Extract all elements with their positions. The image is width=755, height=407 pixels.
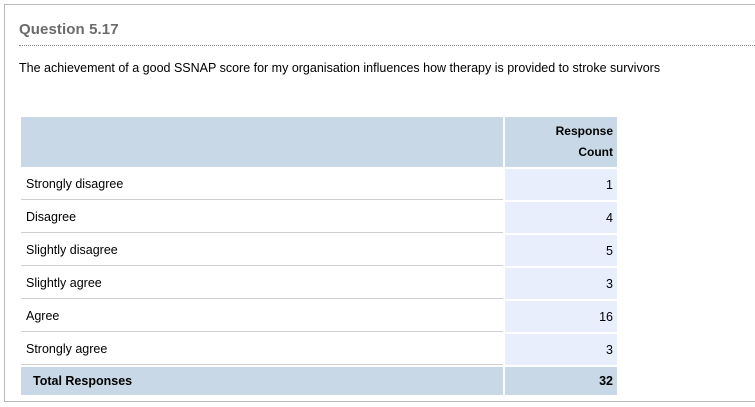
- row-label: Slightly agree: [21, 268, 503, 299]
- total-responses-label: Total Responses: [21, 367, 503, 395]
- title-divider: [19, 45, 755, 46]
- row-count: 4: [505, 202, 617, 233]
- total-responses-count: 32: [505, 367, 617, 395]
- row-label: Strongly disagree: [21, 169, 503, 200]
- table-total-row: Total Responses 32: [21, 367, 617, 395]
- row-count: 1: [505, 169, 617, 200]
- row-count: 3: [505, 268, 617, 299]
- table-row: Strongly agree 3: [21, 334, 617, 365]
- row-label: Strongly agree: [21, 334, 503, 365]
- question-title: Question 5.17: [19, 21, 119, 38]
- table-row: Agree 16: [21, 301, 617, 332]
- row-label: Disagree: [21, 202, 503, 233]
- row-count: 5: [505, 235, 617, 266]
- header-response-count: Response Count: [505, 117, 617, 167]
- row-count: 3: [505, 334, 617, 365]
- row-count: 16: [505, 301, 617, 332]
- response-table: Response Count Strongly disagree 1 Disag…: [19, 115, 619, 397]
- row-label: Slightly disagree: [21, 235, 503, 266]
- header-count-line1: Response: [555, 124, 613, 138]
- header-count-line2: Count: [578, 145, 613, 159]
- question-panel: Question 5.17 The achievement of a good …: [4, 4, 755, 402]
- header-label-cell: [21, 117, 503, 167]
- table-row: Slightly agree 3: [21, 268, 617, 299]
- table-row: Slightly disagree 5: [21, 235, 617, 266]
- table-header-row: Response Count: [21, 117, 617, 167]
- row-label: Agree: [21, 301, 503, 332]
- table-row: Strongly disagree 1: [21, 169, 617, 200]
- table-row: Disagree 4: [21, 202, 617, 233]
- question-text: The achievement of a good SSNAP score fo…: [19, 61, 661, 75]
